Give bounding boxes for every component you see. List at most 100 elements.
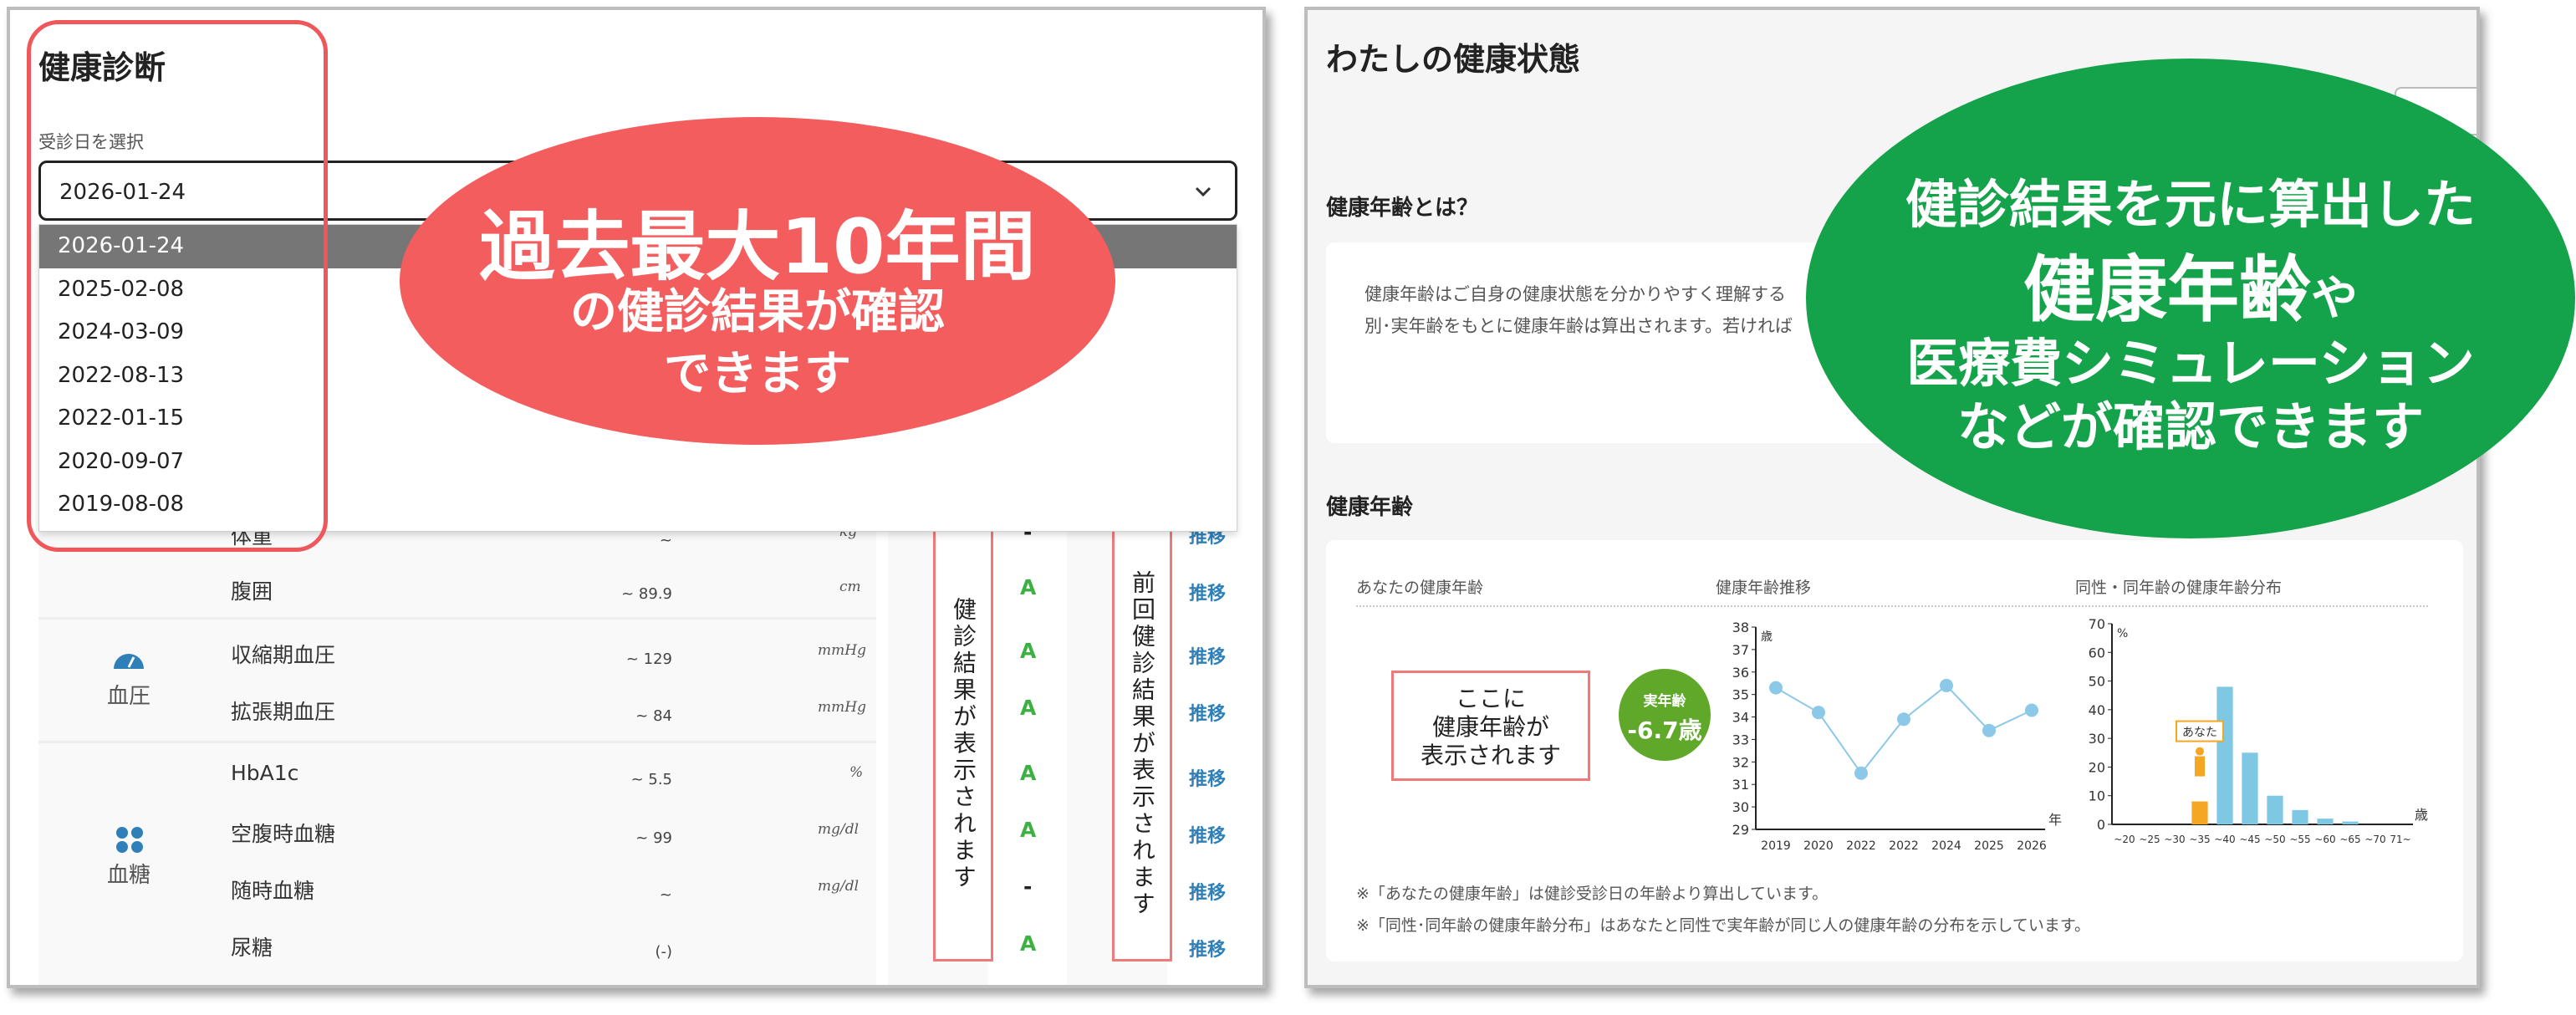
x-tick-label: ~20 bbox=[2114, 834, 2135, 845]
x-tick-label: ~45 bbox=[2239, 834, 2260, 845]
reference-range: ~ 129 bbox=[625, 650, 672, 668]
y-tick-label: 33 bbox=[1732, 732, 1749, 747]
real-age-badge: 実年齢 -6.7歳 bbox=[1619, 669, 1711, 761]
section-heading: 健康年齢 bbox=[1326, 495, 1414, 520]
explanation-text: 健康年齢はご自身の健康状態を分かりやすく理解する bbox=[1365, 284, 1786, 304]
callout-line: の健診結果が確認 bbox=[570, 285, 945, 339]
column-heading: 健康年齢推移 bbox=[1716, 579, 1812, 597]
x-tick-label: 2025 bbox=[1974, 839, 2004, 853]
grade: A bbox=[1020, 639, 1037, 663]
x-tick-label: 2024 bbox=[1931, 839, 1961, 853]
callout-line: できます bbox=[664, 347, 851, 401]
callout-suffix: や bbox=[2311, 272, 2358, 326]
person-icon bbox=[2195, 756, 2205, 777]
data-point bbox=[1897, 712, 1910, 727]
trend-link[interactable]: 推移 bbox=[1189, 821, 1226, 848]
previous-result-placeholder-box: 前回健診結果が表示されます bbox=[1112, 527, 1172, 961]
grade: A bbox=[1020, 575, 1037, 599]
x-tick-label: ~55 bbox=[2289, 834, 2310, 845]
y-tick-label: 32 bbox=[1732, 754, 1749, 770]
trend-link[interactable]: 推移 bbox=[1189, 699, 1226, 726]
real-age-diff: -6.7歳 bbox=[1627, 717, 1702, 744]
item-name: 空腹時血糖 bbox=[231, 822, 336, 846]
distribution-bar bbox=[2267, 795, 2283, 824]
unit-label: mg/dl bbox=[818, 878, 860, 895]
y-tick-label: 37 bbox=[1732, 642, 1749, 658]
y-tick-label: 50 bbox=[2089, 674, 2105, 690]
trend-link[interactable]: 推移 bbox=[1189, 579, 1226, 605]
y-tick-label: 10 bbox=[2089, 788, 2105, 804]
trend-link[interactable]: 推移 bbox=[1189, 642, 1226, 669]
data-point bbox=[2025, 703, 2038, 717]
reference-range: (-) bbox=[655, 943, 672, 961]
x-tick-label: 2022 bbox=[1889, 839, 1919, 853]
x-tick-label: ~65 bbox=[2339, 834, 2360, 845]
category-label: 血圧 bbox=[106, 684, 150, 709]
footnote: ※「あなたの健康年齢」は健診受診日の年齢より算出しています。 bbox=[1356, 885, 1829, 903]
chevron-down-icon bbox=[1195, 186, 1211, 197]
unit-label: cm bbox=[839, 579, 861, 595]
row-divider bbox=[38, 617, 876, 620]
reference-range: ~ bbox=[659, 532, 672, 549]
x-tick-label: 2019 bbox=[1761, 839, 1791, 853]
item-name: 腹囲 bbox=[231, 579, 273, 604]
person-icon bbox=[2196, 747, 2204, 756]
distribution-bar bbox=[2216, 686, 2233, 824]
distribution-bar bbox=[2191, 801, 2208, 824]
y-tick-label: 0 bbox=[2097, 817, 2105, 833]
y-tick-label: 34 bbox=[1732, 710, 1749, 726]
placeholder-line: ここに bbox=[1455, 685, 1526, 712]
health-age-distribution-chart: 0 10 20 30 40 50 60 70% 歳 ~20 ~25 ~30 ~35 ~40 ~45 ~50 ~5… bbox=[2089, 616, 2428, 845]
y-tick-label: 20 bbox=[2089, 759, 2105, 775]
y-axis-unit: % bbox=[2117, 627, 2128, 640]
real-age-label: 実年齢 bbox=[1643, 693, 1686, 710]
y-tick-label: 35 bbox=[1732, 687, 1749, 703]
grade: A bbox=[1020, 931, 1037, 956]
y-tick-label: 29 bbox=[1732, 822, 1749, 838]
trend-link[interactable]: 推移 bbox=[1189, 878, 1226, 905]
data-point bbox=[1854, 766, 1868, 780]
callout-line: 健康年齢や bbox=[1806, 231, 2575, 335]
y-axis-unit: 歳 bbox=[1761, 630, 1773, 644]
highlight-outline bbox=[27, 20, 328, 552]
distribution-bar bbox=[2292, 809, 2308, 824]
callout-line: 健診結果を元に算出した bbox=[1905, 174, 2476, 235]
drops-icon bbox=[116, 827, 143, 853]
section-heading: 健康年齢とは？ bbox=[1326, 196, 1479, 221]
x-tick-label: ~30 bbox=[2164, 834, 2185, 845]
x-tick-label: 2026 bbox=[2017, 839, 2047, 853]
x-tick-label: ~70 bbox=[2364, 834, 2385, 845]
x-tick-label: ~25 bbox=[2139, 834, 2160, 845]
footnote: ※「同性･同年齢の健康年齢分布」はあなたと同性で実年齢が同じ人の健康年齢の分布を… bbox=[1356, 916, 2090, 935]
distribution-bar bbox=[2342, 821, 2359, 824]
data-point bbox=[1940, 678, 1953, 692]
unit-label: mg/dl bbox=[818, 821, 860, 838]
x-axis-unit: 歳 bbox=[2415, 807, 2428, 823]
previous-result-placeholder-text: 前回健診結果が表示されます bbox=[1129, 570, 1156, 918]
trend-link[interactable]: 推移 bbox=[1189, 764, 1226, 791]
y-tick-label: 60 bbox=[2089, 645, 2105, 661]
grade: A bbox=[1020, 761, 1037, 785]
unit-label: % bbox=[849, 764, 864, 781]
item-name: 収縮期血圧 bbox=[231, 643, 336, 667]
x-tick-label: ~35 bbox=[2189, 834, 2210, 845]
distribution-bar bbox=[2317, 819, 2334, 824]
row-divider bbox=[38, 741, 876, 743]
x-axis-unit: 年 bbox=[2048, 812, 2062, 828]
unit-label: mmHg bbox=[818, 699, 866, 716]
placeholder-line: 表示されます bbox=[1420, 742, 1561, 769]
x-tick-label: ~40 bbox=[2214, 834, 2235, 845]
reference-range: ~ 99 bbox=[635, 829, 672, 847]
grade: A bbox=[1020, 818, 1037, 842]
column-heading: 同性・同年齢の健康年齢分布 bbox=[2075, 579, 2283, 597]
item-name: 拡張期血圧 bbox=[231, 700, 336, 724]
gauge-icon bbox=[114, 654, 144, 669]
reference-range: ~ 5.5 bbox=[630, 771, 672, 788]
reference-range: ~ bbox=[659, 886, 672, 904]
trend-link[interactable]: 推移 bbox=[1189, 935, 1226, 961]
y-tick-label: 40 bbox=[2089, 702, 2105, 718]
grade: - bbox=[1023, 875, 1033, 899]
distribution-bar bbox=[2242, 752, 2258, 824]
item-name: HbA1c bbox=[231, 761, 299, 785]
x-tick-label: 71~ bbox=[2390, 834, 2410, 845]
